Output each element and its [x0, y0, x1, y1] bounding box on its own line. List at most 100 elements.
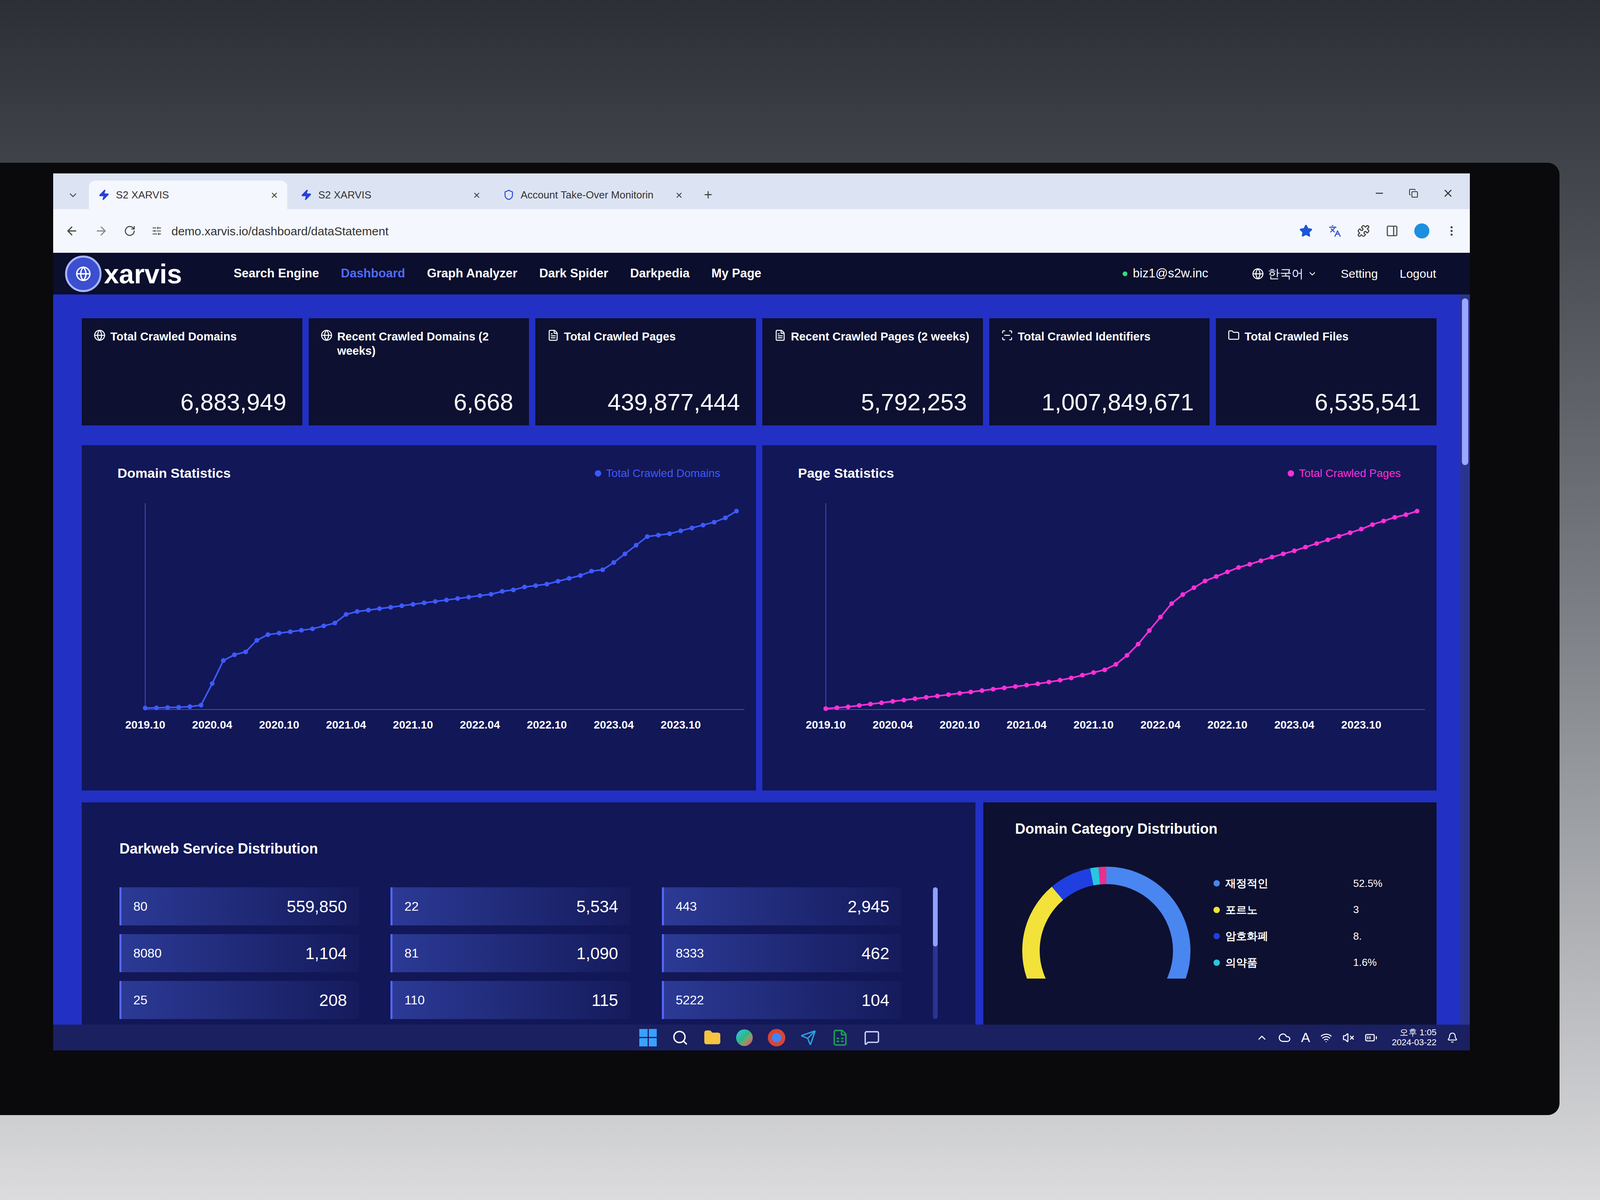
chart-point[interactable] — [410, 601, 416, 607]
forward-icon[interactable] — [94, 224, 108, 238]
chart-point[interactable] — [1157, 614, 1163, 620]
chart-point[interactable] — [455, 596, 460, 601]
chart-point[interactable] — [1169, 601, 1175, 606]
chart-point[interactable] — [254, 638, 260, 643]
nav-item[interactable]: Graph Analyzer — [426, 264, 518, 283]
chart-point[interactable] — [1303, 544, 1308, 550]
restore-icon[interactable] — [1408, 188, 1419, 199]
chart-point[interactable] — [644, 534, 650, 539]
chart-point[interactable] — [723, 515, 728, 521]
tray-expand-icon[interactable] — [1255, 1031, 1268, 1044]
chart-point[interactable] — [667, 531, 672, 537]
nav-item[interactable]: Search Engine — [233, 264, 320, 283]
tab-close-button[interactable]: × — [473, 186, 481, 204]
chart-point[interactable] — [287, 629, 293, 635]
chart-point[interactable] — [1225, 569, 1230, 575]
windows-start-icon[interactable] — [639, 1028, 657, 1047]
service-row[interactable]: 5222104 — [661, 980, 902, 1020]
chart-point[interactable] — [444, 597, 449, 603]
clock[interactable]: 오후 1:052024-03-22 — [1391, 1027, 1437, 1047]
chart-point[interactable] — [901, 697, 907, 703]
close-icon[interactable] — [1442, 187, 1454, 200]
reload-icon[interactable] — [123, 225, 136, 237]
chart-point[interactable] — [198, 702, 204, 708]
chart-point[interactable] — [376, 606, 382, 612]
chart-point[interactable] — [544, 581, 550, 587]
new-tab-button[interactable]: + — [696, 180, 721, 210]
donut-segment[interactable] — [1030, 875, 1182, 979]
service-row[interactable]: 4432,945 — [661, 887, 902, 926]
chart-point[interactable] — [1247, 561, 1252, 567]
chart-point[interactable] — [1414, 508, 1420, 514]
page-scrollbar-thumb[interactable] — [1461, 298, 1469, 466]
chart-point[interactable] — [176, 704, 181, 710]
chart-point[interactable] — [299, 627, 304, 633]
minimize-icon[interactable] — [1373, 187, 1385, 199]
chart-point[interactable] — [232, 652, 237, 658]
file-explorer-icon[interactable] — [703, 1028, 722, 1047]
tab-close-button[interactable]: × — [270, 186, 278, 204]
chart-point[interactable] — [1080, 673, 1085, 678]
chart-point[interactable] — [221, 658, 226, 664]
logo[interactable]: xarvis — [65, 255, 183, 293]
chart-point[interactable] — [979, 688, 985, 693]
nav-item[interactable]: Darkpedia — [630, 264, 690, 283]
chart-point[interactable] — [276, 630, 282, 636]
chart-point[interactable] — [1258, 558, 1264, 564]
chart-point[interactable] — [265, 632, 271, 637]
language-select[interactable]: 한국어 — [1251, 264, 1318, 283]
chart-point[interactable] — [142, 705, 148, 711]
chart-point[interactable] — [1180, 592, 1186, 597]
chart-point[interactable] — [912, 696, 918, 702]
browser-tab[interactable]: S2 XARVIS× — [291, 180, 490, 210]
category-legend-item[interactable]: 재정적인52.5% — [1213, 875, 1405, 892]
chrome-icon[interactable] — [767, 1028, 786, 1047]
search-icon[interactable] — [671, 1029, 689, 1047]
translate-icon[interactable] — [1328, 224, 1342, 238]
chart-point[interactable] — [1091, 670, 1097, 675]
chart-point[interactable] — [432, 599, 438, 604]
chart-legend[interactable]: Total Crawled Pages — [1287, 465, 1401, 482]
menu-icon[interactable] — [1445, 224, 1458, 238]
chart-point[interactable] — [1381, 518, 1387, 524]
chart-point[interactable] — [354, 609, 360, 614]
chart-point[interactable] — [856, 703, 862, 708]
chart-point[interactable] — [611, 560, 617, 566]
chart-point[interactable] — [153, 705, 159, 711]
chart-point[interactable] — [566, 576, 572, 581]
chart-point[interactable] — [700, 522, 706, 528]
chart-point[interactable] — [946, 692, 951, 697]
chart-point[interactable] — [1236, 565, 1241, 570]
chart-point[interactable] — [734, 508, 739, 514]
chart-point[interactable] — [1336, 534, 1342, 539]
chart-legend[interactable]: Total Crawled Domains — [594, 465, 721, 482]
category-legend-item[interactable]: 암호화폐8. — [1213, 928, 1405, 945]
notification-icon[interactable] — [1446, 1032, 1458, 1044]
chart-point[interactable] — [600, 567, 606, 573]
chart-point[interactable] — [310, 626, 316, 632]
chart-point[interactable] — [689, 525, 695, 531]
chart-point[interactable] — [1013, 684, 1018, 689]
chart-point[interactable] — [477, 593, 483, 599]
user-info[interactable]: biz1@s2w.inc — [1122, 264, 1209, 283]
chart-point[interactable] — [1113, 661, 1119, 667]
slack-icon[interactable] — [736, 1029, 753, 1047]
chart-point[interactable] — [1280, 551, 1286, 557]
browser-tab[interactable]: S2 XARVIS× — [88, 180, 288, 210]
chart-point[interactable] — [243, 649, 249, 655]
chart-point[interactable] — [1001, 685, 1007, 691]
chart-point[interactable] — [968, 689, 974, 695]
chart-point[interactable] — [522, 584, 527, 590]
chart-point[interactable] — [466, 594, 472, 600]
service-row[interactable]: 8333462 — [661, 934, 902, 973]
service-row[interactable]: 110115 — [390, 980, 630, 1020]
chart-point[interactable] — [1202, 578, 1208, 584]
chart-point[interactable] — [577, 573, 583, 578]
nav-item[interactable]: Dashboard — [340, 264, 406, 283]
messenger-icon[interactable] — [863, 1029, 880, 1046]
category-legend-item[interactable]: 의약품1.6% — [1213, 954, 1405, 972]
chart-point[interactable] — [711, 519, 717, 525]
chart-point[interactable] — [834, 705, 840, 710]
chart-point[interactable] — [923, 694, 929, 700]
chart-point[interactable] — [1035, 681, 1041, 687]
